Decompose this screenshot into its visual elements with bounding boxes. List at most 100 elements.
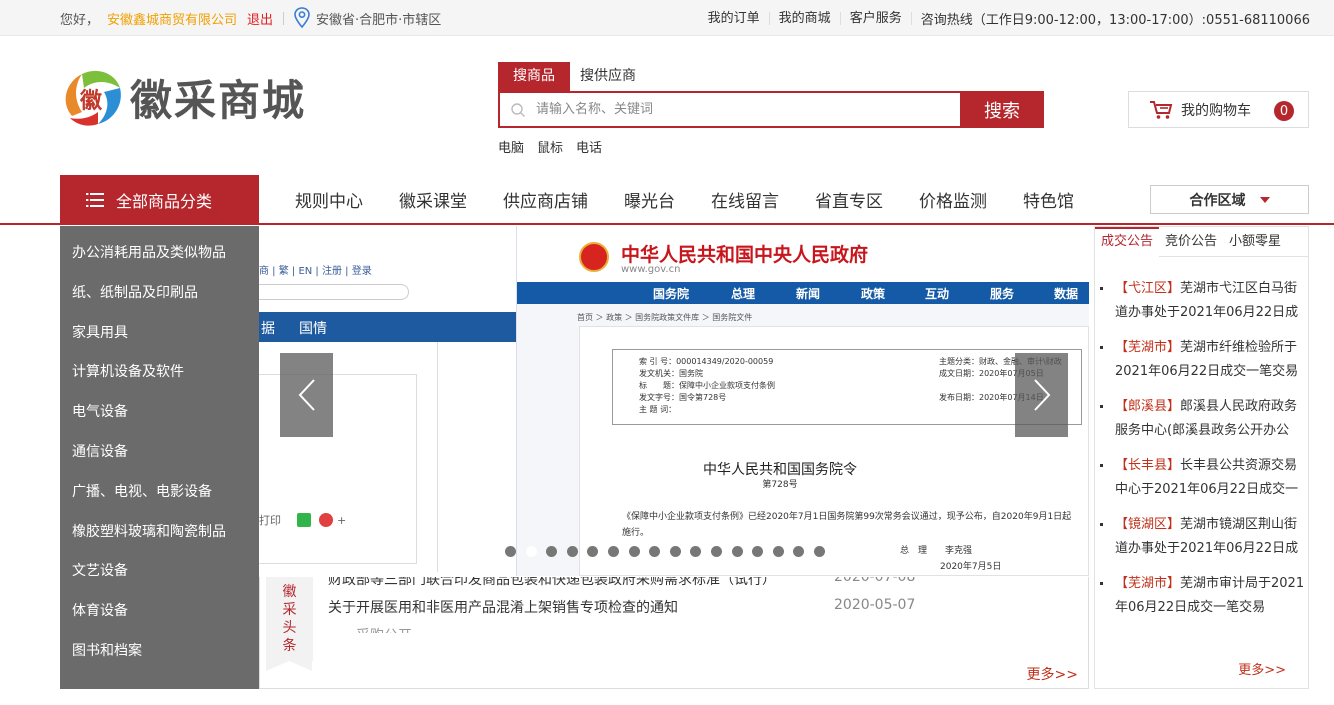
carousel-dot[interactable] [587,546,599,557]
nav-item-rules[interactable]: 规则中心 [277,187,381,212]
nav-item-messages[interactable]: 在线留言 [693,187,797,212]
slide-frame [437,342,517,572]
carousel-dot[interactable] [525,546,537,557]
carousel-dot[interactable] [710,546,722,557]
notice-place: 【芜湖市】 [1115,340,1181,355]
carousel-dot[interactable] [546,546,558,557]
bullet [1100,405,1103,408]
carousel-dot[interactable] [793,546,805,557]
headline-item[interactable]: 关于开展医用和非医用产品混淆上架销售专项检查的通知 [328,597,678,617]
notice-list: 【弋江区】芜湖市弋江区白马街道办事处于2021年06月22日成 【芜湖市】芜湖市… [1095,277,1308,631]
my-mall-link[interactable]: 我的商城 [770,11,841,25]
list-item[interactable]: 【芜湖市】芜湖市审计局于2021年06月22日成交一笔交易 [1095,572,1308,631]
nav-item-supplier-shops[interactable]: 供应商店铺 [485,187,606,212]
list-item[interactable]: 【郎溪县】郎溪县人民政府政务服务中心(郎溪县政务公开办公 [1095,395,1308,454]
logo-mark-icon: 徽 [65,70,121,126]
sidebar-item-arts[interactable]: 文艺设备 [60,551,259,591]
weibo-icon [319,513,333,527]
my-orders-link[interactable]: 我的订单 [699,11,770,25]
nav-item-provincial[interactable]: 省直专区 [797,187,901,212]
caret-down-icon [1259,196,1270,203]
notice-place: 【郎溪县】 [1115,399,1181,414]
hot-keyword[interactable]: 电脑 [498,137,524,156]
doc-date: 2020年7月5日 [940,562,1002,572]
chevron-right-icon [1033,379,1050,411]
carousel-dot[interactable] [690,546,702,557]
headline-more-link[interactable]: 更多>> [1027,664,1078,684]
headline-item[interactable]: 财政部等三部门联合印发商品包装和快递包装政府采购需求标准（试行） [328,577,776,589]
sidebar-item-broadcast[interactable]: 广播、电视、电影设备 [60,472,259,512]
list-item[interactable]: 【镜湖区】芜湖市镜湖区荆山街道办事处于2021年06月22日成 [1095,513,1308,572]
headline-date: 2020-05-07 [834,597,916,613]
menu-list-icon [86,193,104,207]
notice-panel: 成交公告 竞价公告 小额零星 【弋江区】芜湖市弋江区白马街道办事处于2021年0… [1094,226,1309,689]
slide-toolbar: 商 | 繁 | EN | 注册 | 登录 [259,266,372,277]
tab-search-suppliers[interactable]: 搜供应商 [570,62,651,91]
region-dropdown[interactable]: 合作区域 [1150,185,1309,214]
sidebar-item-communication[interactable]: 通信设备 [60,432,259,472]
tab-search-products[interactable]: 搜商品 [498,62,570,91]
sidebar-item-furniture[interactable]: 家具用具 [60,313,259,353]
carousel-dot[interactable] [813,546,825,557]
nav-item-featured[interactable]: 特色馆 [1005,187,1092,212]
region-label: 合作区域 [1189,192,1246,209]
sidebar-item-paper[interactable]: 纸、纸制品及印刷品 [60,273,259,313]
banner-carousel[interactable]: 商 | 繁 | EN | 注册 | 登录 据 国情 打印 + 中华人民共和国中央… [259,226,1089,576]
carousel-next-button[interactable] [1015,353,1068,437]
tab-deal-notice[interactable]: 成交公告 [1095,227,1160,257]
sidebar-item-electrical[interactable]: 电气设备 [60,392,259,432]
carousel-dot[interactable] [752,546,764,557]
nav-item-classroom[interactable]: 徽采课堂 [381,187,485,212]
carousel-dot[interactable] [607,546,619,557]
list-item[interactable]: 【弋江区】芜湖市弋江区白马街道办事处于2021年06月22日成 [1095,277,1308,336]
hot-keyword[interactable]: 鼠标 [537,137,563,156]
carousel-dot[interactable] [649,546,661,557]
tab-small-purchase[interactable]: 小额零星 [1223,227,1287,257]
list-item[interactable]: 【芜湖市】芜湖市纤维检验所于2021年06月22日成交一笔交易 [1095,336,1308,395]
search-button[interactable]: 搜索 [960,91,1044,128]
slide-nav-item: 国情 [299,321,327,337]
nav-links: 规则中心 徽采课堂 供应商店铺 曝光台 在线留言 省直专区 价格监测 特色馆 [277,175,1092,223]
logout-link[interactable]: 退出 [247,9,273,28]
location-selector[interactable]: 安徽省·合肥市·市辖区 [316,9,441,28]
notice-more-link[interactable]: 更多>> [1238,659,1286,678]
company-link[interactable]: 安徽鑫城商贸有限公司 [107,9,237,28]
list-item[interactable]: 【长丰县】长丰县公共资源交易中心于2021年06月22日成交一 [1095,454,1308,513]
all-categories-button[interactable]: 全部商品分类 [60,175,259,225]
carousel-dot[interactable] [772,546,784,557]
search-bar: 搜索 [498,91,1044,128]
carousel-dot[interactable] [566,546,578,557]
cart-button[interactable]: 我的购物车 0 [1128,91,1309,128]
carousel-prev-button[interactable] [280,353,333,437]
nav-item-price-monitor[interactable]: 价格监测 [901,187,1005,212]
carousel-dot[interactable] [669,546,681,557]
nav-item-exposure[interactable]: 曝光台 [606,187,693,212]
top-bar-left: 您好， 安徽鑫城商贸有限公司 退出 安徽省·合肥市·市辖区 [60,0,441,36]
sidebar-item-computers[interactable]: 计算机设备及软件 [60,352,259,392]
doc-meta: 索 引 号：000014349/2020-00059 发文机关：国务院 标 题：… [612,349,1082,425]
doc-title: 中华人民共和国国务院令 [703,462,857,478]
gov-nav-item: 政策 [861,287,886,301]
search-icon [511,102,525,117]
site-logo[interactable]: 徽 徽采商城 [58,66,328,128]
sidebar-item-books[interactable]: 图书和档案 [60,631,259,671]
bullet [1100,464,1103,467]
logo-text: 徽采商城 [130,75,307,125]
slide-nav-item: 据 [261,321,275,337]
customer-service-link[interactable]: 客户服务 [841,11,912,25]
hot-keyword[interactable]: 电话 [576,137,602,156]
carousel-dot[interactable] [505,546,516,557]
headline-tag: 徽采头条 [266,577,313,661]
headline-date: 2020-07-08 [834,577,916,585]
carousel-dot[interactable] [731,546,743,557]
tab-bidding-notice[interactable]: 竞价公告 [1159,227,1223,257]
gov-document: 索 引 号：000014349/2020-00059 发文机关：国务院 标 题：… [579,326,1089,576]
sidebar-item-office-supplies[interactable]: 办公消耗用品及类似物品 [60,233,259,273]
sidebar-item-sports[interactable]: 体育设备 [60,591,259,631]
wechat-icon [297,513,311,527]
carousel-dots [505,546,835,557]
headline-item[interactable]: ……采购公开…… [328,625,440,633]
carousel-dot[interactable] [628,546,640,557]
hotline-text: 咨询热线（工作日9:00-12:00，13:00-17:00）:0551-681… [920,12,1310,28]
sidebar-item-rubber-plastic[interactable]: 橡胶塑料玻璃和陶瓷制品 [60,512,259,552]
